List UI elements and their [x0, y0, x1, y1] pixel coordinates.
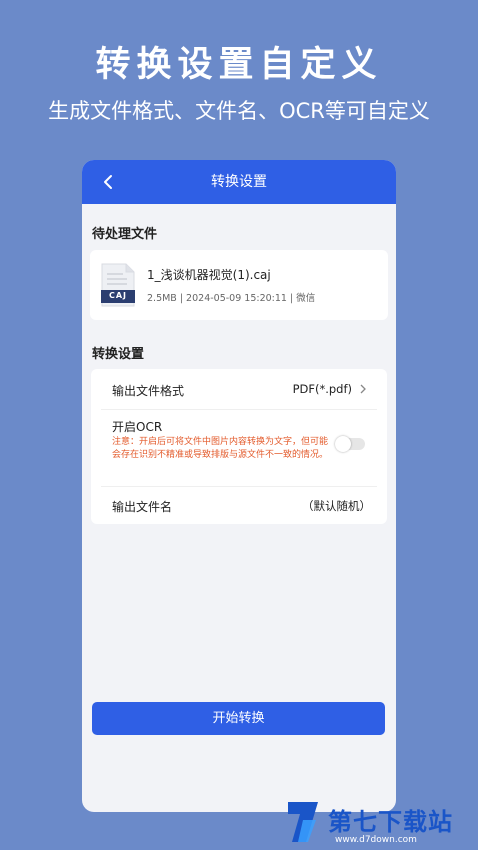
- file-meta: 2.5MB | 2024-05-09 15:20:11 | 微信: [147, 293, 316, 304]
- output-format-value: PDF(*.pdf): [292, 382, 352, 396]
- top-bar: 转换设置: [82, 160, 396, 204]
- output-format-label: 输出文件格式: [112, 384, 185, 398]
- promo-subtitle: 生成文件格式、文件名、OCR等可自定义: [48, 99, 430, 123]
- toggle-knob: [335, 436, 351, 452]
- output-name-row[interactable]: 输出文件名 （默认随机）: [91, 487, 387, 524]
- output-format-row[interactable]: 输出文件格式 PDF(*.pdf): [91, 369, 387, 409]
- page-title: 转换设置: [211, 174, 267, 190]
- output-name-value: （默认随机）: [302, 499, 371, 513]
- caj-file-icon: [101, 263, 135, 307]
- watermark-text: 第七下载站: [328, 808, 453, 836]
- divider: [101, 409, 377, 410]
- output-name-label: 输出文件名: [112, 500, 173, 514]
- phone-screen: 转换设置 待处理文件 CAJ 1_浅谈机器视觉(1).caj 2.5MB | 2…: [82, 160, 396, 812]
- ocr-toggle[interactable]: [335, 436, 365, 452]
- settings-card: 输出文件格式 PDF(*.pdf) 开启OCR 注意：开启后可将文件中图片内容转…: [91, 369, 387, 524]
- conversion-settings-heading: 转换设置: [92, 347, 145, 362]
- promo-title: 转换设置自定义: [95, 45, 383, 85]
- file-name: 1_浅谈机器视觉(1).caj: [147, 268, 271, 282]
- chevron-right-icon: [360, 384, 366, 394]
- pending-files-heading: 待处理文件: [92, 227, 158, 242]
- watermark-url: www.d7down.com: [335, 835, 417, 845]
- file-type-label: CAJ: [108, 291, 128, 300]
- ocr-label: 开启OCR: [112, 420, 163, 434]
- start-conversion-button[interactable]: 开始转换: [92, 702, 385, 735]
- file-card[interactable]: CAJ 1_浅谈机器视觉(1).caj 2.5MB | 2024-05-09 1…: [90, 250, 388, 320]
- chevron-left-icon[interactable]: [98, 171, 120, 193]
- ocr-note: 注意：开启后可将文件中图片内容转换为文字，但可能会存在识别不精准或导致排版与源文…: [112, 437, 329, 460]
- watermark-logo-icon: [288, 802, 318, 842]
